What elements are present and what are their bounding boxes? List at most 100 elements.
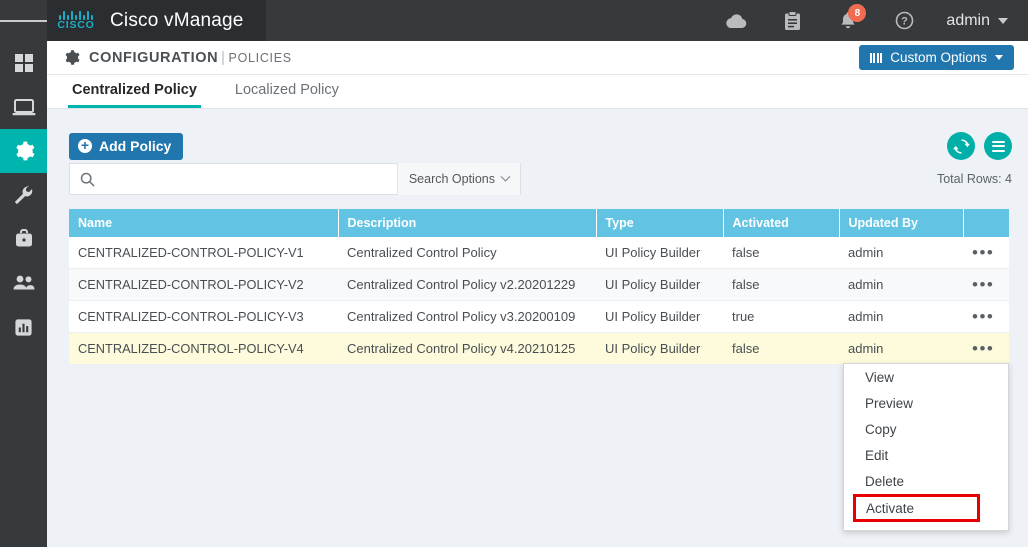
cell-activated: false (723, 268, 839, 301)
refresh-icon[interactable] (947, 132, 975, 160)
chevron-down-icon (500, 171, 511, 182)
sidebar-item-monitor[interactable] (0, 85, 47, 129)
table-header-row: Name Description Type Activated Updated … (69, 209, 1009, 237)
cell-activated: false (723, 237, 839, 269)
page-title: CONFIGURATION | POLICIES (89, 50, 292, 66)
row-actions-menu-icon[interactable]: ••• (963, 237, 1009, 269)
svg-text:?: ? (901, 16, 908, 28)
table-body: CENTRALIZED-CONTROL-POLICY-V1 Centralize… (69, 237, 1009, 365)
custom-options-label: Custom Options (890, 50, 987, 65)
context-menu-item-activate[interactable]: Activate (853, 494, 980, 522)
table-head: Name Description Type Activated Updated … (69, 209, 1009, 237)
sidebar-item-reports[interactable] (0, 305, 47, 349)
alarms-bell-icon[interactable]: 8 (820, 0, 876, 41)
cell-description: Centralized Control Policy v3.20200109 (338, 300, 596, 333)
column-header-updated-by[interactable]: Updated By (839, 209, 964, 237)
column-header-activated[interactable]: Activated (723, 209, 840, 237)
context-menu-item-copy[interactable]: Copy (844, 416, 1008, 442)
bar-chart-icon (15, 318, 32, 336)
table-row[interactable]: CENTRALIZED-CONTROL-POLICY-V2 Centralize… (69, 268, 1009, 301)
cisco-logo: CISCO (53, 10, 99, 31)
cell-type: UI Policy Builder (596, 237, 723, 269)
header-actions: 8 ? admin (708, 0, 1028, 41)
app-title: Cisco vManage (110, 9, 244, 31)
chevron-down-icon (995, 55, 1003, 60)
hamburger-icon[interactable] (0, 0, 48, 41)
tab-localized-policy[interactable]: Localized Policy (231, 82, 343, 108)
sidebar-item-tools[interactable] (0, 173, 47, 217)
dashboard-grid-icon (14, 54, 33, 72)
context-menu-item-edit[interactable]: Edit (844, 442, 1008, 468)
policy-tabs: Centralized Policy Localized Policy (47, 75, 1028, 109)
table-row[interactable]: CENTRALIZED-CONTROL-POLICY-V4 Centralize… (69, 332, 1009, 365)
cell-updated-by: admin (839, 332, 963, 365)
table-row[interactable]: CENTRALIZED-CONTROL-POLICY-V1 Centralize… (69, 237, 1009, 269)
row-actions-menu-icon[interactable]: ••• (963, 332, 1009, 365)
row-actions-menu-icon[interactable]: ••• (963, 268, 1009, 301)
policies-table: Name Description Type Activated Updated … (69, 209, 1009, 365)
vmanage-app: CISCO Cisco vManage 8 ? admin CONFIGURAT… (0, 0, 1028, 547)
cell-description: Centralized Control Policy v2.20201229 (338, 268, 596, 301)
cell-description: Centralized Control Policy v4.20210125 (338, 332, 596, 365)
context-menu-item-view[interactable]: View (844, 364, 1008, 390)
policies-table-wrap: Name Description Type Activated Updated … (47, 195, 1028, 365)
cell-name: CENTRALIZED-CONTROL-POLICY-V1 (69, 237, 338, 269)
column-header-actions (963, 209, 1009, 237)
gear-icon (15, 141, 34, 161)
page-title-sub: POLICIES (228, 50, 292, 65)
column-header-description[interactable]: Description (338, 209, 597, 237)
cell-name: CENTRALIZED-CONTROL-POLICY-V4 (69, 332, 338, 365)
cell-name: CENTRALIZED-CONTROL-POLICY-V3 (69, 300, 338, 333)
bars-icon (869, 52, 883, 63)
column-header-type[interactable]: Type (596, 209, 724, 237)
page-title-separator: | (221, 49, 226, 66)
search-icon (70, 172, 103, 187)
sidebar-item-dashboard[interactable] (0, 41, 47, 85)
sidebar-item-maintenance[interactable] (0, 217, 47, 261)
cell-name: CENTRALIZED-CONTROL-POLICY-V2 (69, 268, 338, 301)
cell-type: UI Policy Builder (596, 268, 723, 301)
cell-updated-by: admin (839, 268, 963, 301)
search-options-dropdown[interactable]: Search Options (396, 163, 520, 195)
list-menu-icon[interactable] (984, 132, 1012, 160)
chevron-down-icon (998, 17, 1008, 24)
help-icon[interactable]: ? (876, 0, 932, 41)
monitor-laptop-icon (12, 99, 35, 116)
cloud-icon[interactable] (708, 0, 764, 41)
top-header-bar: CISCO Cisco vManage 8 ? admin (0, 0, 1028, 41)
table-action-buttons (947, 132, 1012, 160)
add-policy-button[interactable]: + Add Policy (69, 132, 184, 160)
sidebar-item-configuration[interactable] (0, 129, 47, 173)
page-title-main: CONFIGURATION (89, 49, 219, 66)
brand-block: CISCO Cisco vManage (47, 0, 266, 41)
page-gear-icon (63, 49, 80, 66)
tab-centralized-policy[interactable]: Centralized Policy (68, 82, 201, 108)
page-header: CONFIGURATION | POLICIES Custom Options (47, 41, 1028, 75)
add-policy-label: Add Policy (99, 138, 172, 154)
sidebar-item-administration[interactable] (0, 261, 47, 305)
custom-options-button[interactable]: Custom Options (858, 45, 1014, 70)
context-menu-item-preview[interactable]: Preview (844, 390, 1008, 416)
cell-activated: true (723, 300, 839, 333)
alarms-badge: 8 (848, 4, 867, 22)
cisco-wordmark: CISCO (57, 19, 95, 31)
row-actions-menu-icon[interactable]: ••• (963, 300, 1009, 333)
user-menu[interactable]: admin (932, 12, 1014, 30)
search-input[interactable] (103, 171, 397, 187)
search-row: Search Options Total Rows: 4 (47, 163, 1028, 195)
total-rows-label: Total Rows: 4 (936, 172, 1012, 186)
search-box: Search Options (69, 163, 521, 195)
cell-description: Centralized Control Policy (338, 237, 596, 269)
context-menu-item-delete[interactable]: Delete (844, 468, 1008, 494)
users-icon (13, 275, 34, 290)
row-context-menu: View Preview Copy Edit Delete Activate (843, 363, 1009, 531)
search-options-label: Search Options (408, 172, 495, 186)
tasks-icon[interactable] (764, 0, 820, 41)
cell-updated-by: admin (839, 237, 963, 269)
cell-updated-by: admin (839, 300, 963, 333)
column-header-name[interactable]: Name (69, 209, 339, 237)
table-row[interactable]: CENTRALIZED-CONTROL-POLICY-V3 Centralize… (69, 300, 1009, 333)
user-name: admin (946, 11, 990, 29)
toolbar: + Add Policy (47, 109, 1028, 165)
briefcase-icon (15, 229, 32, 247)
